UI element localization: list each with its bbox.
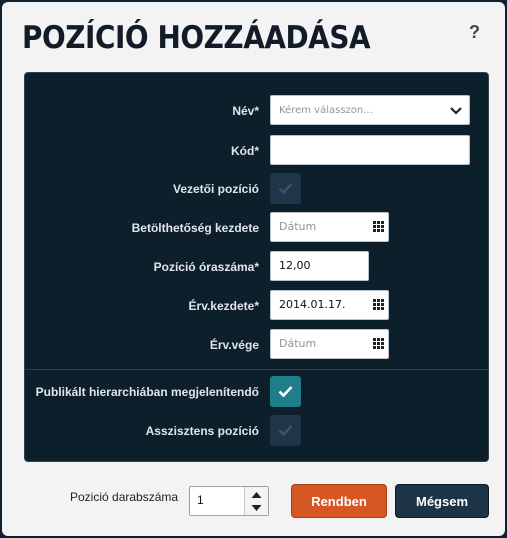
manager-label: Vezetői pozíció <box>172 182 259 196</box>
chevron-up-icon[interactable] <box>251 491 262 499</box>
code-row: Kód* <box>25 135 488 167</box>
hours-label: Pozíció óraszáma* <box>153 260 259 274</box>
chevron-down-icon <box>450 107 462 115</box>
help-icon[interactable]: ? <box>469 22 480 43</box>
spinner <box>244 487 268 515</box>
add-position-dialog: POZÍCIÓ HOZZÁADÁSA ? Név* Kérem válasszo… <box>2 2 505 536</box>
valid-to-row: Érv.vége Dátum <box>25 329 488 361</box>
fill-start-date-input[interactable]: Dátum <box>270 212 389 242</box>
published-checkbox[interactable] <box>270 376 301 407</box>
form-divider <box>25 369 488 370</box>
valid-from-row: Érv.kezdete* 2014.01.17. <box>25 290 488 322</box>
position-count-label: Pozició darabszáma <box>70 490 179 504</box>
form-panel: Név* Kérem válasszon... Kód* Vezetői poz… <box>24 72 489 462</box>
assistant-label: Asszisztens pozíció <box>145 424 259 438</box>
valid-from-label: Érv.kezdete* <box>188 299 259 313</box>
assistant-checkbox[interactable] <box>270 415 301 446</box>
valid-to-label: Érv.vége <box>209 338 259 352</box>
hours-row: Pozíció óraszáma* 12,00 <box>25 251 488 283</box>
calendar-icon[interactable] <box>373 221 384 232</box>
position-count-value: 1 <box>197 493 204 507</box>
fill-start-row: Betölthetőség kezdete Dátum <box>25 212 488 244</box>
name-label: Név* <box>232 104 259 118</box>
manager-checkbox[interactable] <box>270 173 301 204</box>
calendar-icon[interactable] <box>373 299 384 310</box>
name-select-placeholder: Kérem válasszon... <box>279 105 373 116</box>
position-count-stepper[interactable]: 1 <box>189 486 269 516</box>
dialog-title: POZÍCIÓ HOZZÁADÁSA <box>22 20 371 56</box>
name-select[interactable]: Kérem válasszon... <box>270 95 470 125</box>
ok-button[interactable]: Rendben <box>291 484 387 518</box>
published-row: Publikált hierarchiában megjelenítendő <box>25 376 488 408</box>
published-label: Publikált hierarchiában megjelenítendő <box>35 385 259 399</box>
calendar-icon[interactable] <box>373 338 384 349</box>
check-icon <box>278 386 293 398</box>
assistant-row: Asszisztens pozíció <box>25 415 488 447</box>
hours-input[interactable]: 12,00 <box>270 251 369 281</box>
cancel-button[interactable]: Mégsem <box>395 484 489 518</box>
valid-to-date-input[interactable]: Dátum <box>270 329 389 359</box>
name-row: Név* Kérem válasszon... <box>25 95 488 127</box>
check-icon <box>278 425 293 437</box>
code-label: Kód* <box>231 144 259 158</box>
check-icon <box>278 183 293 195</box>
fill-start-label: Betölthetőség kezdete <box>131 221 259 235</box>
manager-row: Vezetői pozíció <box>25 173 488 205</box>
chevron-down-icon[interactable] <box>251 504 262 512</box>
code-input[interactable] <box>270 135 470 165</box>
valid-from-date-input[interactable]: 2014.01.17. <box>270 290 389 320</box>
